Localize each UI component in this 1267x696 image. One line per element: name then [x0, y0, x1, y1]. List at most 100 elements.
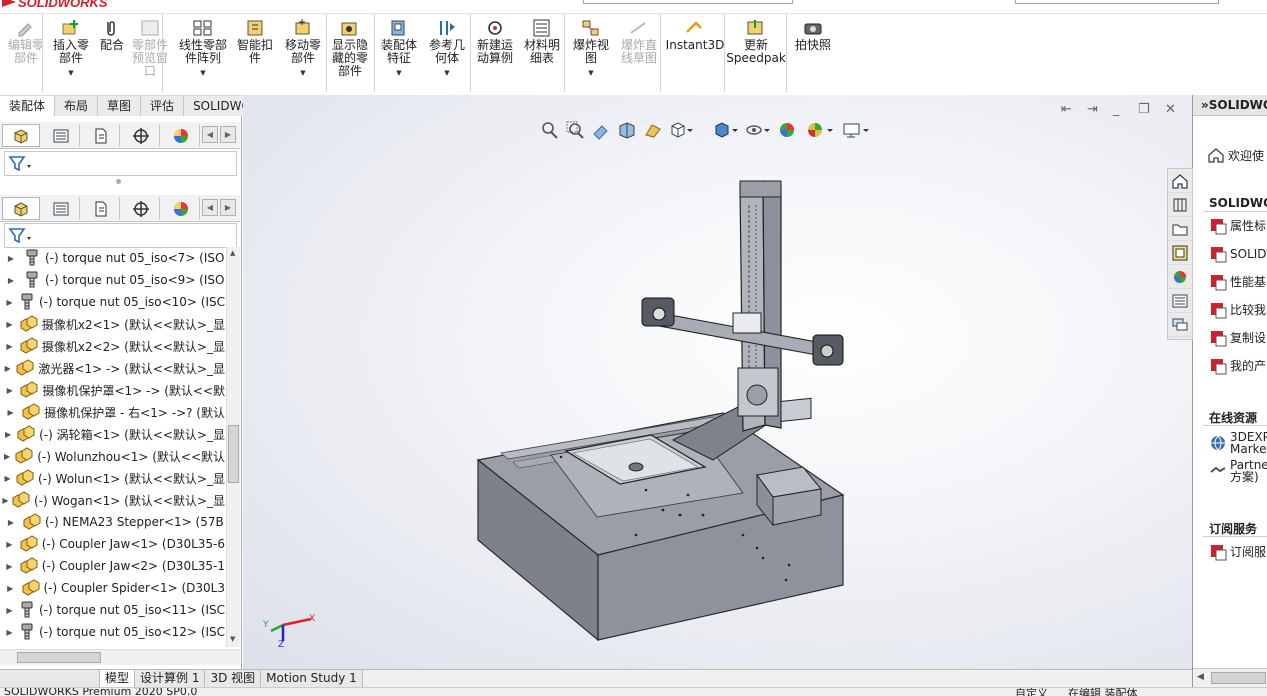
expand-arrow-icon[interactable]: ▶	[0, 496, 11, 505]
expand-arrow-icon[interactable]: ▶	[0, 408, 21, 417]
tab-0[interactable]: 装配体	[0, 96, 56, 117]
display-manager-tab-icon[interactable]	[162, 197, 200, 220]
expand-arrow-icon[interactable]: ▶	[0, 584, 21, 593]
tree-item[interactable]: ▶ (-) Wogan<1> (默认<<默认>_显	[0, 489, 225, 511]
tree-item[interactable]: ▶ (-) 涡轮箱<1> (默认<<默认>_显	[0, 423, 225, 445]
expand-arrow-icon[interactable]: ▶	[0, 320, 19, 329]
ribbon-button-11[interactable]: 材料明 细表	[520, 14, 564, 94]
feature-manager-tab-icon[interactable]	[2, 124, 40, 147]
dropdown-arrow-icon[interactable]: ▼	[300, 67, 305, 80]
property-manager-tab-icon[interactable]	[42, 124, 80, 147]
expand-arrow-icon[interactable]: ▶	[0, 276, 22, 285]
tab-3[interactable]: 评估	[141, 96, 185, 117]
scroll-left-icon[interactable]: ◀	[202, 126, 218, 143]
bottom-tab-1[interactable]: 设计算例 1	[135, 670, 206, 687]
bottom-tab-3[interactable]: Motion Study 1	[261, 670, 363, 687]
tree-horizontal-scrollbar[interactable]	[0, 649, 240, 665]
configuration-manager-tab-icon[interactable]	[82, 124, 120, 147]
scroll-thumb[interactable]	[17, 652, 101, 663]
filter-icon[interactable]	[7, 154, 33, 174]
file-explorer-icon[interactable]	[1168, 217, 1192, 241]
panel-tab-scroll[interactable]: ◀ ▶	[202, 199, 238, 216]
solidworks-logo[interactable]: SOLIDWORKS	[2, 0, 108, 10]
ribbon-button-4[interactable]: 线性零部 件阵列 ▼	[172, 14, 234, 94]
task-pane-link[interactable]: 比较我	[1209, 301, 1266, 319]
task-pane-link[interactable]: Partne 方案)	[1209, 459, 1267, 483]
ribbon-button-10[interactable]: 新建运 动算例	[472, 14, 518, 94]
view-palette-icon[interactable]	[1168, 241, 1192, 265]
tree-item[interactable]: ▶ (-) torque nut 05_iso<11> (ISC	[0, 599, 225, 621]
ribbon-button-16[interactable]: 拍快照	[790, 14, 836, 94]
ribbon-button-3[interactable]: 零部件 预览窗 口	[130, 14, 170, 94]
tree-item[interactable]: ▶ 摄像机保护罩 - 右<1> ->? (默认	[0, 401, 225, 423]
expand-arrow-icon[interactable]: ▶	[0, 628, 19, 637]
ribbon-button-1[interactable]: 插入零 部件 ▼	[46, 14, 96, 94]
ribbon-button-2[interactable]: 配合	[96, 14, 128, 94]
expand-arrow-icon[interactable]: ▶	[0, 364, 15, 373]
bottom-tab-2[interactable]: 3D 视图	[205, 670, 262, 687]
home-tab-icon[interactable]	[1168, 169, 1192, 193]
task-pane-link[interactable]: 3DEXPI Market	[1209, 431, 1267, 455]
task-pane-link[interactable]: 订阅服	[1209, 543, 1266, 561]
tree-item[interactable]: ▶ (-) Wolunzhou<1> (默认<<默认	[0, 445, 225, 467]
tree-item[interactable]: ▶ (-) torque nut 05_iso<10> (ISC	[0, 291, 225, 313]
tree-item[interactable]: ▶ 激光器<1> -> (默认<<默认>_显	[0, 357, 225, 379]
assembly-model-render[interactable]	[243, 95, 1192, 669]
ribbon-button-13[interactable]: 爆炸直 线草图	[614, 14, 664, 94]
expand-arrow-icon[interactable]: ▶	[0, 342, 19, 351]
ribbon-button-5[interactable]: 智能扣 件	[234, 14, 276, 94]
custom-properties-icon[interactable]	[1168, 289, 1192, 313]
dropdown-arrow-icon[interactable]: ▼	[444, 67, 449, 80]
scroll-thumb[interactable]	[228, 425, 239, 483]
panel-tab-scroll[interactable]: ◀ ▶	[202, 126, 238, 143]
graphics-viewport[interactable]: ⇤ ⇥ _ ❐ ✕ X Y Z	[243, 95, 1192, 669]
expand-arrow-icon[interactable]: ▶	[0, 540, 19, 549]
scroll-right-icon[interactable]: ▶	[220, 199, 236, 216]
expand-arrow-icon[interactable]: ▶	[0, 562, 19, 571]
tree-item[interactable]: ▶ (-) Coupler Jaw<2> (D30L35-1	[0, 555, 225, 577]
welcome-item[interactable]: 欢迎使	[1207, 146, 1264, 164]
tab-1[interactable]: 布局	[55, 96, 99, 117]
scroll-thumb[interactable]	[1211, 672, 1266, 684]
tree-item[interactable]: ▶ 摄像机保护罩<1> -> (默认<<默	[0, 379, 225, 401]
filter-box-upper[interactable]	[4, 151, 237, 176]
expand-arrow-icon[interactable]: ▶	[0, 518, 22, 527]
expand-arrow-icon[interactable]: ▶	[0, 606, 19, 615]
dimxpert-tab-icon[interactable]	[122, 124, 160, 147]
task-pane-scrollbar[interactable]: ◀	[1193, 668, 1267, 687]
design-library-icon[interactable]	[1168, 193, 1192, 217]
scroll-right-icon[interactable]: ▶	[220, 126, 236, 143]
task-pane-link[interactable]: 复制设	[1209, 329, 1266, 347]
tree-item[interactable]: ▶ 摄像机x2<1> (默认<<默认>_显	[0, 313, 225, 335]
tree-item[interactable]: ▶ (-) torque nut 05_iso<9> (ISO	[0, 269, 225, 291]
status-custom[interactable]: 自定义	[1015, 688, 1048, 696]
tree-item[interactable]: ▶ (-) Coupler Jaw<1> (D30L35-6	[0, 533, 225, 555]
splitter-grip[interactable]	[116, 179, 121, 184]
title-field[interactable]	[583, 0, 793, 4]
task-pane-link[interactable]: 性能基	[1209, 273, 1266, 291]
ribbon-button-12[interactable]: 爆炸视 图 ▼	[568, 14, 614, 94]
tree-item[interactable]: ▶ (-) Wolun<1> (默认<<默认>_显	[0, 467, 225, 489]
search-field[interactable]	[1015, 0, 1219, 4]
forum-icon[interactable]	[1168, 313, 1192, 337]
filter-icon[interactable]	[7, 226, 33, 246]
display-manager-tab-icon[interactable]	[162, 124, 200, 147]
task-pane-link[interactable]: 属性标	[1209, 217, 1266, 235]
task-pane-link[interactable]: 我的产	[1209, 357, 1266, 375]
tree-item[interactable]: ▶ (-) NEMA23 Stepper<1> (57B	[0, 511, 225, 533]
task-pane-link[interactable]: SOLIDV	[1209, 245, 1267, 263]
expand-arrow-icon[interactable]: ▶	[0, 298, 19, 307]
dropdown-arrow-icon[interactable]: ▼	[396, 67, 401, 80]
filter-box-lower[interactable]	[4, 223, 237, 248]
ribbon-button-14[interactable]: Instant3D	[664, 14, 726, 94]
expand-arrow-icon[interactable]: ▶	[0, 474, 15, 483]
dropdown-arrow-icon[interactable]: ▼	[588, 67, 593, 80]
expand-arrow-icon[interactable]: ▶	[0, 386, 19, 395]
expand-arrow-icon[interactable]: ▶	[0, 430, 16, 439]
tab-2[interactable]: 草图	[98, 96, 142, 117]
scroll-left-icon[interactable]: ◀	[202, 199, 218, 216]
expand-arrow-icon[interactable]: ▶	[0, 452, 14, 461]
feature-manager-tab-icon[interactable]	[2, 197, 40, 220]
tree-vertical-scrollbar[interactable]: ▲ ▼	[226, 247, 240, 647]
dimxpert-tab-icon[interactable]	[122, 197, 160, 220]
